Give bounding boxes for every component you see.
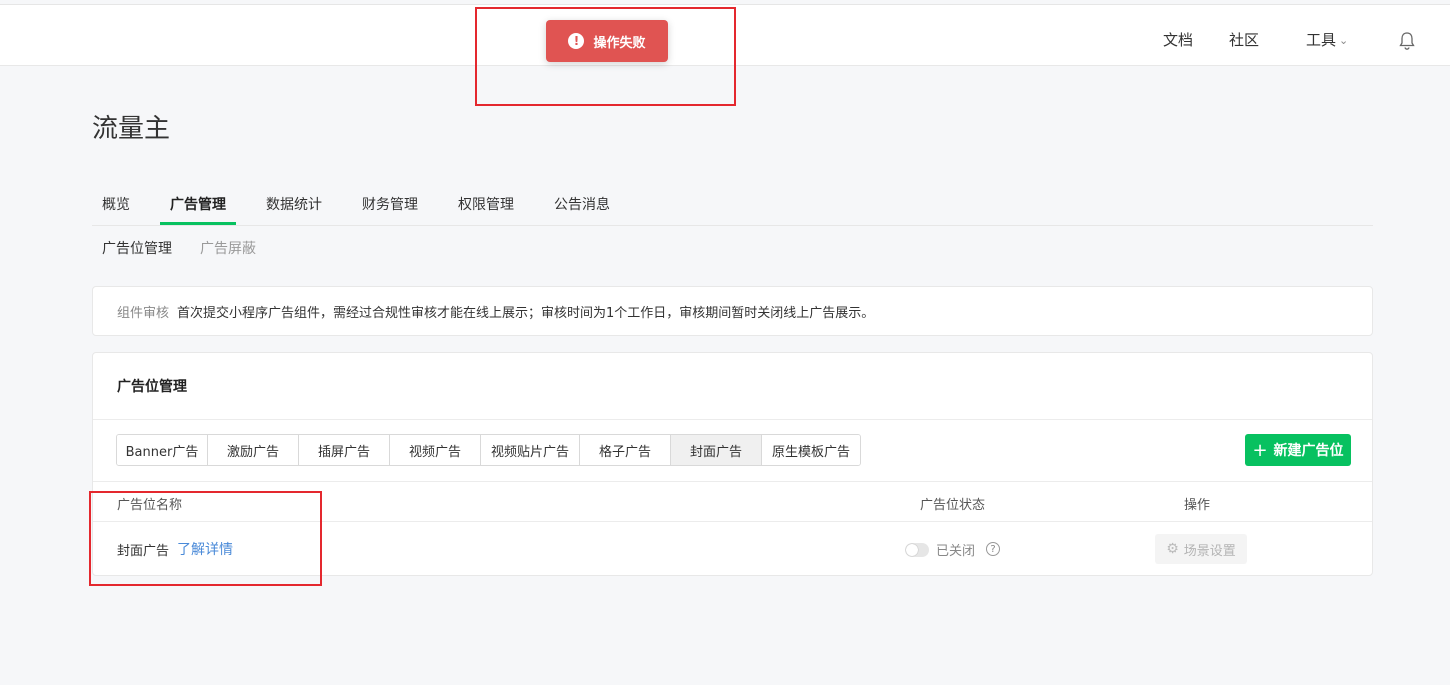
ad-type-video[interactable]: 视频广告	[390, 435, 481, 465]
status-toggle[interactable]	[905, 543, 929, 557]
main-tabs: 概览 广告管理 数据统计 财务管理 权限管理 公告消息	[92, 183, 1373, 226]
tab-announcements[interactable]: 公告消息	[554, 194, 610, 214]
notice-text: 首次提交小程序广告组件，需经过合规性审核才能在线上展示；审核时间为1个工作日，审…	[177, 305, 875, 321]
panel-title: 广告位管理	[117, 379, 187, 395]
subtab-ad-slot-management[interactable]: 广告位管理	[102, 238, 172, 258]
scene-settings-button[interactable]: ⚙ 场景设置	[1155, 534, 1247, 564]
tab-finance[interactable]: 财务管理	[362, 194, 418, 214]
bell-icon[interactable]	[1398, 31, 1416, 51]
ad-type-native-template[interactable]: 原生模板广告	[762, 435, 860, 465]
question-icon[interactable]: ?	[986, 542, 1000, 556]
tab-ad-management[interactable]: 广告管理	[170, 194, 226, 214]
ad-type-selector: Banner广告 激励广告 插屏广告 视频广告 视频贴片广告 格子广告 封面广告…	[116, 434, 861, 466]
status-text: 已关闭	[936, 544, 976, 559]
scene-settings-label: 场景设置	[1183, 543, 1236, 559]
tab-permissions[interactable]: 权限管理	[458, 194, 514, 214]
plus-icon: +	[1252, 439, 1268, 461]
ad-type-banner[interactable]: Banner广告	[117, 435, 208, 465]
annotation-box	[89, 491, 322, 586]
nav-docs-link[interactable]: 文档	[1163, 29, 1193, 50]
ad-type-video-patch[interactable]: 视频贴片广告	[481, 435, 580, 465]
column-header-action: 操作	[1184, 498, 1211, 513]
nav-tools-label: 工具	[1306, 31, 1337, 49]
subtab-ad-blocking[interactable]: 广告屏蔽	[200, 238, 256, 258]
new-ad-slot-button[interactable]: + 新建广告位	[1245, 434, 1351, 466]
ad-type-interstitial[interactable]: 插屏广告	[299, 435, 390, 465]
page-title: 流量主	[92, 114, 171, 144]
ad-type-cover[interactable]: 封面广告	[671, 435, 762, 465]
column-header-status: 广告位状态	[920, 498, 986, 513]
ad-type-grid[interactable]: 格子广告	[580, 435, 671, 465]
toggle-knob	[906, 544, 918, 556]
active-tab-indicator	[160, 222, 236, 225]
divider	[93, 419, 1372, 420]
notice-label: 组件审核	[117, 305, 170, 321]
review-notice: 组件审核 首次提交小程序广告组件，需经过合规性审核才能在线上展示；审核时间为1个…	[92, 286, 1373, 336]
new-ad-slot-label: 新建广告位	[1273, 443, 1344, 459]
annotation-box	[475, 7, 736, 106]
divider	[93, 481, 1372, 482]
chevron-down-icon: ⌄	[1339, 34, 1349, 47]
nav-tools-dropdown[interactable]: 工具 ⌄	[1306, 29, 1348, 50]
nav-community-link[interactable]: 社区	[1229, 29, 1259, 50]
tab-data-statistics[interactable]: 数据统计	[266, 194, 322, 214]
ad-type-rewarded[interactable]: 激励广告	[208, 435, 299, 465]
gear-icon: ⚙	[1166, 541, 1179, 557]
tab-overview[interactable]: 概览	[102, 194, 130, 214]
